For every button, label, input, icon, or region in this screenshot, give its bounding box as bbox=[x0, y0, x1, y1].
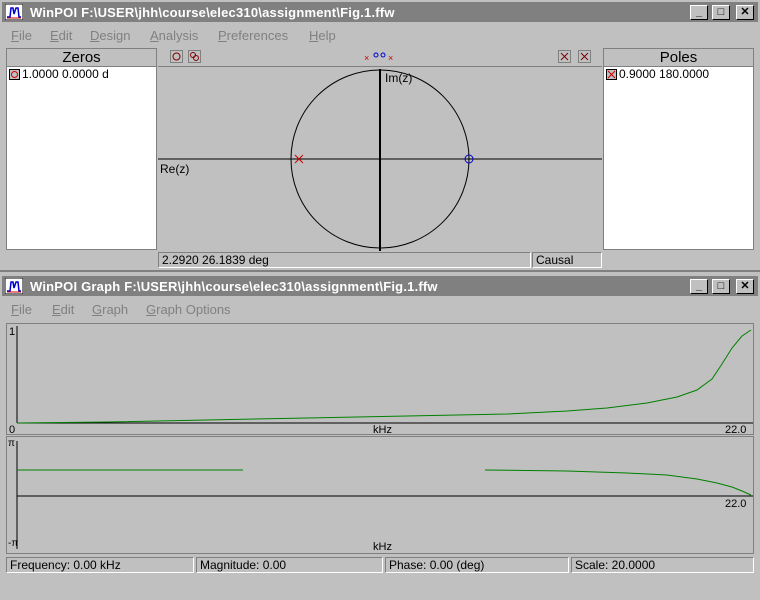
zero-value: 1.0000 0.0000 d bbox=[22, 67, 109, 81]
graph-window-title: WinPOI Graph F:\USER\jhh\course\elec310\… bbox=[30, 279, 438, 294]
add-zero-pair-button[interactable] bbox=[188, 50, 201, 63]
menu-design[interactable]: Design bbox=[90, 28, 130, 43]
graph-close-button[interactable]: ✕ bbox=[736, 279, 754, 294]
magnitude-x-min-label: 0 bbox=[9, 424, 16, 436]
magnitude-x-max-label: 22.0 bbox=[725, 424, 747, 436]
zeros-header: Zeros bbox=[7, 49, 156, 67]
menu-preferences[interactable]: Preferences bbox=[218, 28, 288, 43]
phase-y-bottom-label: -π bbox=[8, 538, 19, 549]
graph-window: WinPOI Graph F:\USER\jhh\course\elec310\… bbox=[0, 274, 760, 600]
graph-title-bar[interactable]: WinPOI Graph F:\USER\jhh\course\elec310\… bbox=[2, 276, 758, 296]
menu-help[interactable]: Help bbox=[309, 28, 336, 43]
poles-header: Poles bbox=[604, 49, 753, 67]
poles-pane: Poles 0.9000 180.0000 bbox=[603, 48, 754, 250]
phase-x-unit-label: kHz bbox=[373, 541, 392, 553]
window-title: WinPOI F:\USER\jhh\course\elec310\assign… bbox=[30, 5, 395, 20]
causality-status: Causal bbox=[532, 252, 602, 268]
menu-bar: File Edit Design Analysis Preferences He… bbox=[2, 25, 758, 45]
zeros-pane: Zeros 1.0000 0.0000 d bbox=[6, 48, 157, 250]
magnitude-status: Magnitude: 0.00 bbox=[196, 557, 383, 573]
phase-y-top-label: π bbox=[8, 438, 15, 449]
add-pole-button[interactable] bbox=[558, 50, 571, 63]
menu-analysis[interactable]: Analysis bbox=[150, 28, 198, 43]
winpoi-app-icon[interactable] bbox=[5, 4, 23, 20]
phase-x-max-label: 22.0 bbox=[725, 498, 747, 510]
re-axis-label: Re(z) bbox=[160, 162, 190, 176]
frequency-status: Frequency: 0.00 kHz bbox=[6, 557, 194, 573]
add-pole-pair-button[interactable] bbox=[578, 50, 591, 63]
svg-text:×: × bbox=[388, 53, 393, 63]
z-plane[interactable]: Im(z) Re(z) bbox=[158, 66, 602, 251]
graph-menu-graph[interactable]: Graph bbox=[92, 302, 128, 317]
coords-status: 2.2920 26.1839 deg bbox=[158, 252, 531, 268]
maximize-button[interactable]: □ bbox=[712, 5, 730, 20]
magnitude-x-unit-label: kHz bbox=[373, 424, 392, 436]
phase-curve-right bbox=[484, 469, 752, 496]
magnitude-plot[interactable]: 1 0 kHz 22.0 bbox=[6, 323, 754, 436]
magnitude-y-max-label: 1 bbox=[9, 326, 16, 338]
zero-marker-icon[interactable] bbox=[9, 69, 20, 80]
phase-status: Phase: 0.00 (deg) bbox=[385, 557, 569, 573]
pole-value: 0.9000 180.0000 bbox=[619, 67, 710, 81]
menu-file[interactable]: File bbox=[11, 28, 32, 43]
graph-menu-edit[interactable]: Edit bbox=[52, 302, 74, 317]
move-tool-icon[interactable]: × × bbox=[364, 50, 396, 63]
im-axis-label: Im(z) bbox=[385, 71, 413, 85]
add-zero-button[interactable] bbox=[170, 50, 183, 63]
graph-menu-graph-options[interactable]: Graph Options bbox=[146, 302, 231, 317]
zero-list-item[interactable]: 1.0000 0.0000 d bbox=[9, 67, 109, 81]
pole-zero-window: WinPOI F:\USER\jhh\course\elec310\assign… bbox=[0, 0, 760, 272]
menu-edit[interactable]: Edit bbox=[50, 28, 72, 43]
winpoi-graph-app-icon[interactable] bbox=[5, 278, 23, 294]
svg-text:×: × bbox=[364, 53, 369, 63]
graph-menu-bar: File Edit Graph Graph Options bbox=[2, 299, 758, 319]
minimize-button[interactable]: _ bbox=[690, 5, 708, 20]
magnitude-curve bbox=[16, 329, 752, 424]
pole-marker-icon[interactable] bbox=[606, 69, 617, 80]
graph-maximize-button[interactable]: □ bbox=[712, 279, 730, 294]
close-button[interactable]: ✕ bbox=[736, 5, 754, 20]
graph-minimize-button[interactable]: _ bbox=[690, 279, 708, 294]
phase-plot[interactable]: π 22.0 -π kHz bbox=[6, 436, 754, 554]
scale-status: Scale: 20.0000 bbox=[571, 557, 754, 573]
title-bar[interactable]: WinPOI F:\USER\jhh\course\elec310\assign… bbox=[2, 2, 758, 22]
graph-menu-file[interactable]: File bbox=[11, 302, 32, 317]
pole-list-item[interactable]: 0.9000 180.0000 bbox=[606, 67, 709, 81]
